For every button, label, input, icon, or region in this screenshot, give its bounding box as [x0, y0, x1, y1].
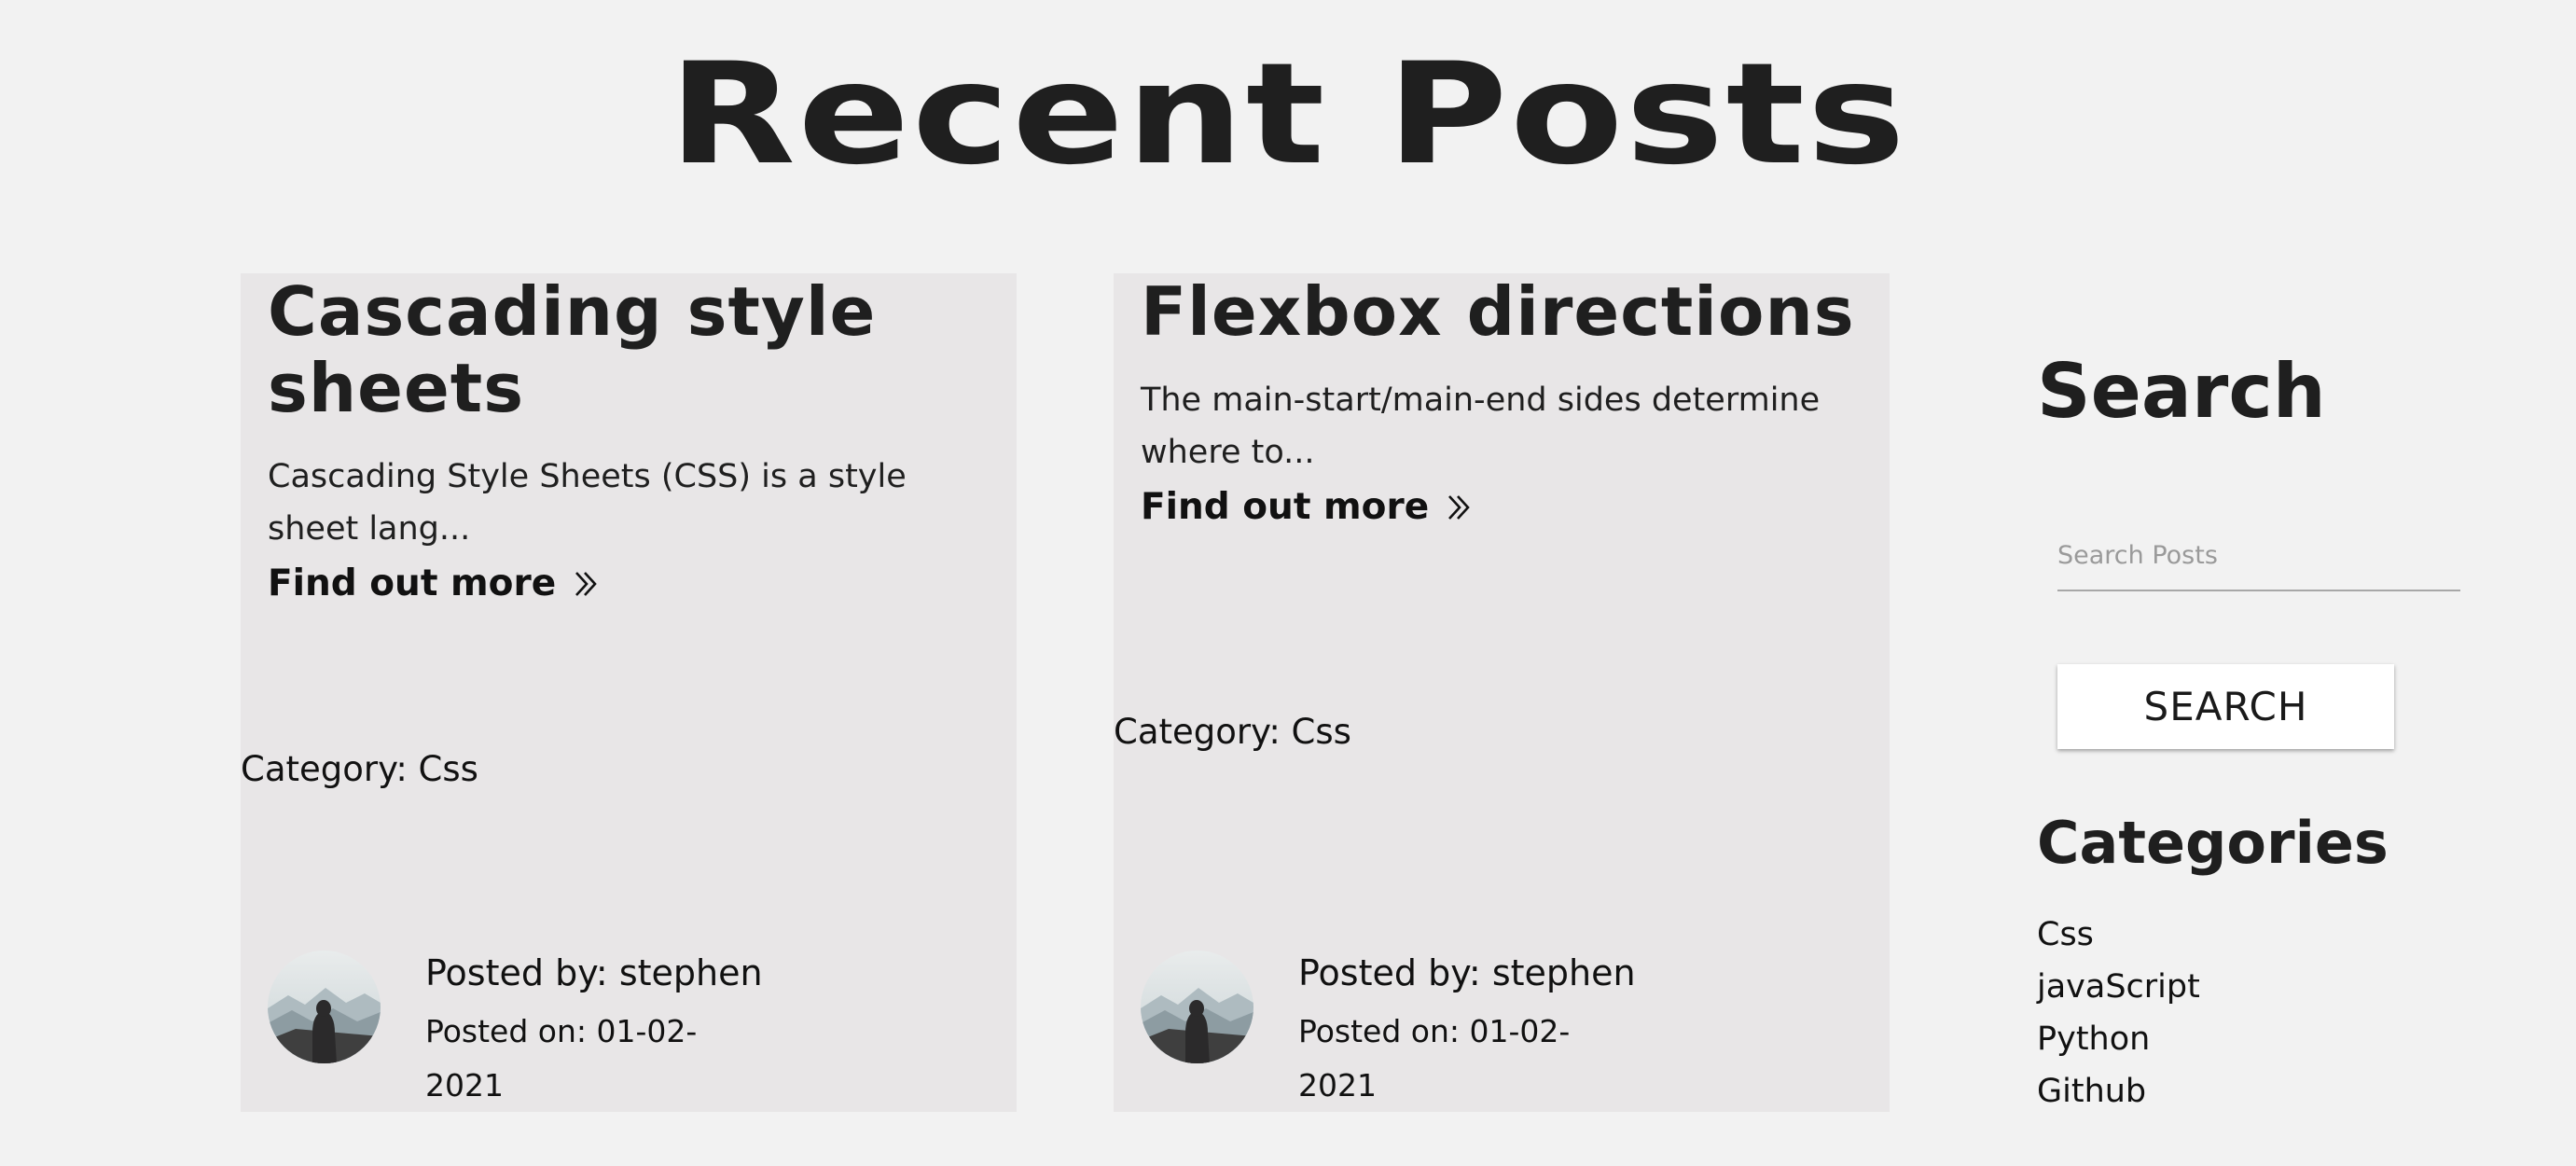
- double-chevron-right-icon: [1448, 495, 1470, 520]
- find-out-more-label: Find out more: [268, 562, 557, 604]
- categories-heading: Categories: [2037, 809, 2389, 877]
- posted-by: Posted by: stephen: [1298, 952, 1636, 993]
- post-card: Cascading style sheets Cascading Style S…: [241, 273, 1017, 1112]
- post-excerpt: Cascading Style Sheets (CSS) is a style …: [268, 458, 907, 548]
- find-out-more-label: Find out more: [1141, 486, 1430, 528]
- page-title: Recent Posts: [668, 34, 1908, 196]
- author-avatar: [268, 951, 381, 1063]
- find-out-more-link[interactable]: Find out more: [1141, 484, 1472, 531]
- posted-by: Posted by: stephen: [425, 952, 763, 993]
- post-title[interactable]: Flexbox directions: [1141, 273, 1868, 350]
- double-chevron-right-icon: [575, 572, 597, 596]
- category-link-css[interactable]: Css: [2037, 909, 2200, 961]
- find-out-more-link[interactable]: Find out more: [268, 561, 599, 607]
- category-link-python[interactable]: Python: [2037, 1013, 2200, 1065]
- search-input[interactable]: [2057, 521, 2460, 591]
- hooded-figure-mountains-avatar-icon: [1141, 951, 1253, 1063]
- post-title[interactable]: Cascading style sheets: [268, 273, 995, 426]
- category-link-javascript[interactable]: javaScript: [2037, 961, 2200, 1013]
- post-card: Flexbox directions The main-start/main-e…: [1114, 273, 1890, 1112]
- search-button[interactable]: SEARCH: [2057, 664, 2394, 749]
- posted-on: Posted on: 01-02-2021: [1298, 1013, 1571, 1104]
- posted-on: Posted on: 01-02-2021: [425, 1013, 698, 1104]
- category-link-github[interactable]: Github: [2037, 1065, 2200, 1117]
- search-heading: Search: [2037, 348, 2326, 435]
- hooded-figure-mountains-avatar-icon: [268, 951, 381, 1063]
- page: Recent Posts Cascading style sheets Casc…: [0, 0, 2576, 1166]
- post-category: Category: Css: [241, 749, 478, 789]
- post-excerpt: The main-start/main-end sides determine …: [1141, 382, 1821, 471]
- post-category: Category: Css: [1114, 712, 1351, 752]
- category-list: Css javaScript Python Github: [2037, 909, 2200, 1117]
- author-avatar: [1141, 951, 1253, 1063]
